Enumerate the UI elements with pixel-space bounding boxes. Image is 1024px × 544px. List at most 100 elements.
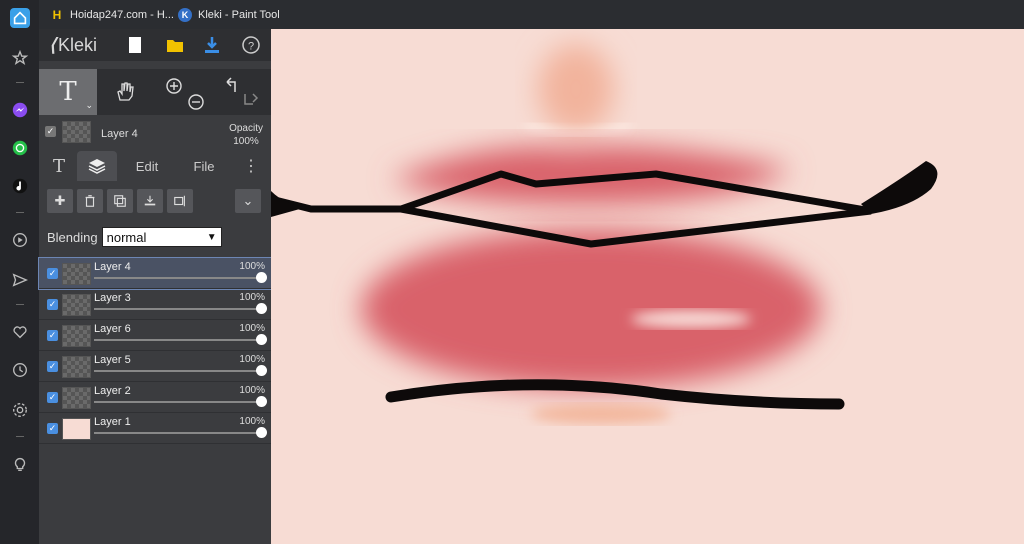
kleki-top-bar: ⟨ Kleki ? <box>39 29 271 61</box>
layer-thumbnail <box>62 325 91 347</box>
slider-knob[interactable] <box>256 365 267 376</box>
layer-visibility-checkbox[interactable]: ✓ <box>47 268 58 279</box>
drawing-canvas[interactable] <box>271 29 1024 544</box>
layer-opacity-slider[interactable] <box>94 401 263 403</box>
layer-row[interactable]: ✓ Layer 5 100% <box>39 351 271 382</box>
play-icon[interactable] <box>10 230 30 250</box>
layer-visibility-checkbox[interactable]: ✓ <box>47 330 58 341</box>
lower-lip <box>361 229 821 389</box>
text-tool-button[interactable]: T ⌄ <box>39 69 97 115</box>
messenger-icon[interactable] <box>10 100 30 120</box>
hand-icon <box>117 82 134 101</box>
layer-opacity-slider[interactable] <box>94 370 263 372</box>
send-icon[interactable] <box>10 270 30 290</box>
kleki-favicon-icon: K <box>178 7 192 22</box>
layer-name: Layer 6 <box>94 323 131 335</box>
layer-options-button[interactable]: ⌄ <box>235 189 261 213</box>
chevron-down-icon: ▼ <box>206 231 217 243</box>
layer-name: Layer 2 <box>94 385 131 397</box>
layer-visibility-checkbox[interactable]: ✓ <box>47 392 58 403</box>
layer-visibility-checkbox[interactable]: ✓ <box>47 299 58 310</box>
heart-icon[interactable] <box>10 322 30 342</box>
panel-tabs: T Edit File ⋮ <box>39 151 271 181</box>
sidebar-divider <box>16 82 24 83</box>
layer-name: Layer 1 <box>94 416 131 428</box>
undo-redo-icon[interactable] <box>217 72 265 112</box>
current-layer-name: Layer 4 <box>101 128 138 140</box>
layer-transform-button[interactable] <box>167 189 193 213</box>
layer-opacity: 100% <box>239 261 265 272</box>
hand-tool-button[interactable] <box>107 69 143 115</box>
layer-name: Layer 4 <box>94 261 131 273</box>
zoom-in-out-icon[interactable] <box>163 72 207 112</box>
layer-opacity-slider[interactable] <box>94 308 263 310</box>
browser-tab-hoidap[interactable]: H Hoidap247.com - H... <box>50 0 174 29</box>
lip-highlight <box>631 310 751 328</box>
save-button[interactable] <box>202 35 222 55</box>
slider-knob[interactable] <box>256 427 267 438</box>
hoidap-favicon-icon: H <box>52 7 62 22</box>
layer-opacity: 100% <box>239 416 265 427</box>
layer-thumbnail <box>62 387 91 409</box>
layer-row[interactable]: ✓ Layer 4 100% <box>38 257 272 290</box>
layer-opacity: 100% <box>239 292 265 303</box>
lightbulb-icon[interactable] <box>10 454 30 474</box>
browser-tab-kleki[interactable]: K Kleki - Paint Tool <box>178 0 280 29</box>
layer-visibility-checkbox[interactable]: ✓ <box>45 126 56 137</box>
new-file-icon <box>129 37 141 53</box>
kleki-logo: ⟨ Kleki <box>49 35 97 56</box>
sidebar-divider <box>16 212 24 213</box>
star-icon[interactable] <box>10 48 30 68</box>
delete-layer-button[interactable] <box>77 189 103 213</box>
browser-sidebar <box>0 0 39 544</box>
browser-tab-bar: H Hoidap247.com - H... K Kleki - Paint T… <box>0 0 1024 29</box>
nose-shading <box>538 44 614 134</box>
layer-visibility-checkbox[interactable]: ✓ <box>47 361 58 372</box>
layer-thumbnail <box>62 418 91 440</box>
plus-icon: ✚ <box>54 193 66 208</box>
tab-edit[interactable]: Edit <box>127 151 167 181</box>
layer-row[interactable]: ✓ Layer 2 100% <box>39 382 271 413</box>
slider-knob[interactable] <box>256 334 267 345</box>
tab-file[interactable]: File <box>184 151 224 181</box>
layer-row[interactable]: ✓ Layer 1 100% <box>39 413 271 444</box>
tiktok-icon[interactable] <box>10 176 30 196</box>
whatsapp-icon[interactable] <box>10 138 30 158</box>
download-icon <box>205 37 219 53</box>
history-icon[interactable] <box>10 360 30 380</box>
slider-knob[interactable] <box>256 272 267 283</box>
slider-knob[interactable] <box>256 396 267 407</box>
undo-redo-buttons <box>217 69 265 115</box>
current-layer-header: ✓ Layer 4 Opacity 100% <box>39 119 271 151</box>
home-icon[interactable] <box>10 8 30 28</box>
chevron-down-icon[interactable]: ⌄ <box>85 101 93 111</box>
merge-down-button[interactable] <box>137 189 163 213</box>
tab-layers[interactable] <box>77 151 117 181</box>
settings-icon[interactable] <box>10 400 30 420</box>
blending-select[interactable]: normal ▼ <box>101 227 222 247</box>
sidebar-divider <box>16 436 24 437</box>
open-button[interactable] <box>165 35 185 55</box>
layer-opacity: 100% <box>239 323 265 334</box>
layer-opacity-slider[interactable] <box>94 432 263 434</box>
svg-text:?: ? <box>248 41 254 53</box>
chevron-down-icon: ⌄ <box>242 193 254 208</box>
text-tool-icon: T <box>52 155 65 177</box>
layer-thumbnail <box>62 121 91 143</box>
layer-row[interactable]: ✓ Layer 3 100% <box>39 289 271 320</box>
help-button[interactable]: ? <box>241 35 261 55</box>
layer-opacity-slider[interactable] <box>94 339 263 341</box>
layer-visibility-checkbox[interactable]: ✓ <box>47 423 58 434</box>
add-layer-button[interactable]: ✚ <box>47 189 73 213</box>
new-image-button[interactable] <box>125 35 145 55</box>
layer-opacity-slider[interactable] <box>94 277 263 279</box>
opacity-label: Opacity <box>229 123 263 134</box>
opacity-value: 100% <box>233 136 259 147</box>
more-vertical-icon[interactable]: ⋮ <box>241 151 261 181</box>
layer-row[interactable]: ✓ Layer 6 100% <box>39 320 271 351</box>
slider-knob[interactable] <box>256 303 267 314</box>
duplicate-layer-button[interactable] <box>107 189 133 213</box>
layer-name: Layer 5 <box>94 354 131 366</box>
transform-icon <box>174 195 185 207</box>
tab-tool-settings[interactable]: T <box>45 151 73 181</box>
